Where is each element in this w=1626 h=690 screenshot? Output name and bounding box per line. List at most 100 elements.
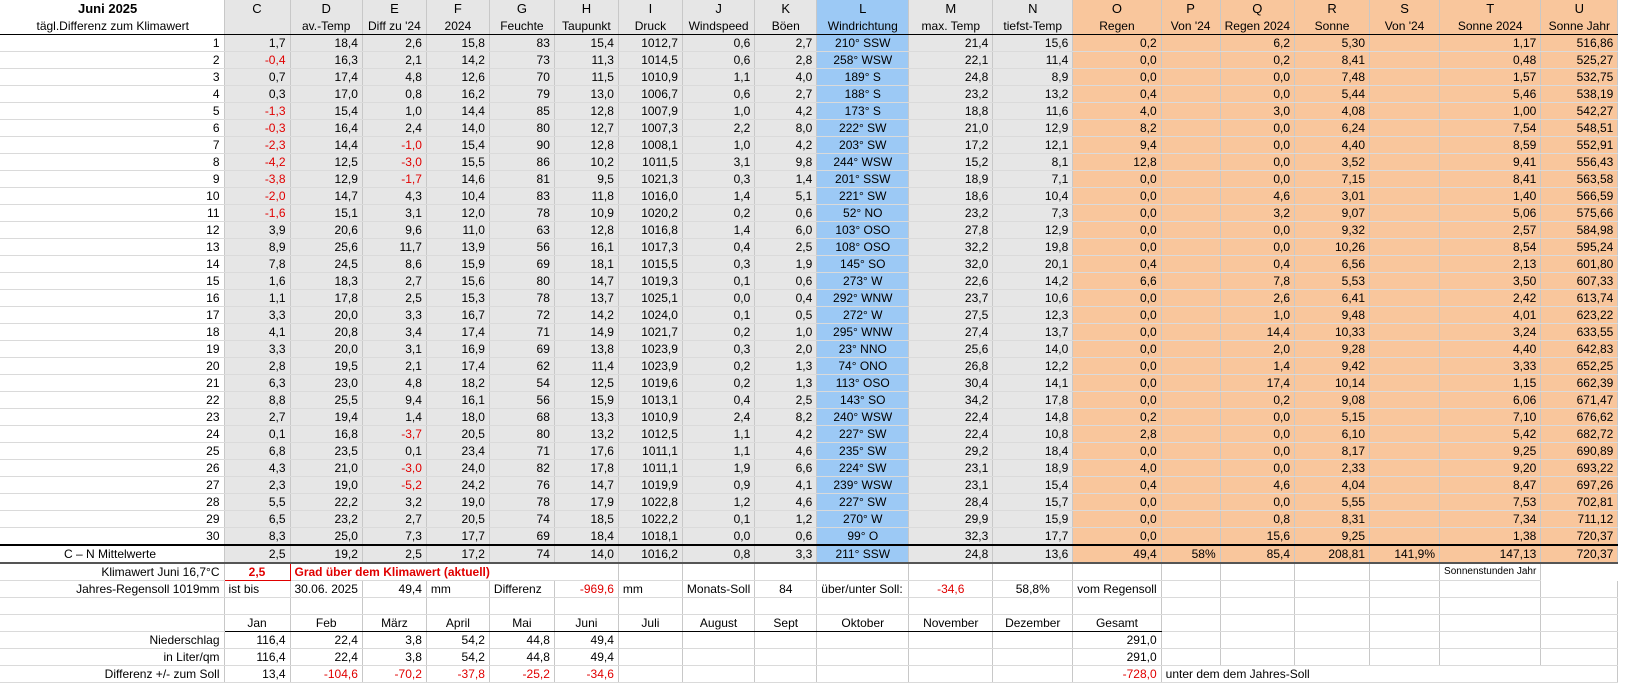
cell-klima[interactable]: -4,2	[224, 153, 291, 171]
cell-tiefsttemp[interactable]: 15,4	[992, 476, 1074, 494]
differenz-soll-row-value[interactable]	[908, 665, 994, 683]
empty-cell[interactable]	[1220, 614, 1296, 632]
cell-von24r[interactable]	[1161, 408, 1221, 426]
month-header[interactable]: Sept	[754, 614, 818, 632]
column-header[interactable]: Sonne 2024	[1439, 17, 1542, 35]
cell-von24s[interactable]	[1369, 493, 1441, 511]
cell-windspeed[interactable]: 0,2	[682, 204, 756, 222]
cell-tiefsttemp[interactable]: 14,2	[992, 272, 1074, 290]
empty-cell[interactable]	[1369, 597, 1441, 615]
empty-cell[interactable]	[1369, 563, 1441, 581]
cell-tiefsttemp[interactable]: 12,9	[992, 221, 1074, 239]
cell-regen[interactable]: 0,0	[1072, 289, 1162, 307]
cell-maxtemp[interactable]: 23,2	[908, 204, 994, 222]
cell-druck[interactable]: 1016,0	[618, 187, 683, 205]
cell-diff24[interactable]: -1,7	[362, 170, 427, 188]
cell-sonne[interactable]: 5,53	[1294, 272, 1371, 290]
cell-windspeed[interactable]: 3,1	[682, 153, 756, 171]
cell-sonne2024[interactable]: 4,40	[1439, 340, 1542, 358]
cell-von24s[interactable]	[1369, 442, 1441, 460]
cell-boeen[interactable]: 2,0	[754, 340, 818, 358]
cell-sonnejahr[interactable]: 662,39	[1540, 374, 1619, 392]
cell-maxtemp[interactable]: 34,2	[908, 391, 994, 409]
cell-y2024[interactable]: 14,0	[426, 119, 490, 137]
cell-von24r[interactable]	[1161, 102, 1221, 120]
cell-day[interactable]: 5	[0, 102, 225, 120]
cell-von24s[interactable]	[1369, 34, 1441, 52]
cell-diff24[interactable]: 2,6	[362, 34, 427, 52]
empty-cell[interactable]	[1369, 580, 1441, 598]
empty-cell[interactable]	[618, 563, 683, 581]
cell-regen[interactable]: 0,0	[1072, 510, 1162, 528]
cell-klima[interactable]: 4,1	[224, 323, 291, 341]
cell-day[interactable]: 28	[0, 493, 225, 511]
cell-druck[interactable]: 1011,1	[618, 442, 683, 460]
empty-cell[interactable]	[1294, 648, 1371, 666]
cell-sonne[interactable]: 4,40	[1294, 136, 1371, 154]
cell-avtemp[interactable]: 24,5	[290, 255, 363, 273]
cell-maxtemp[interactable]: 23,2	[908, 85, 994, 103]
cell-von24s[interactable]	[1369, 170, 1441, 188]
empty-cell[interactable]	[1439, 648, 1542, 666]
cell-boeen[interactable]: 1,2	[754, 510, 818, 528]
cell-y2024[interactable]: 14,2	[426, 51, 490, 69]
liter-row-value[interactable]	[816, 648, 910, 666]
cell-druck[interactable]: 1011,1	[618, 459, 683, 477]
column-letter[interactable]: P	[1161, 0, 1221, 17]
cell-diff24[interactable]: 0,8	[362, 85, 427, 103]
cell-boeen[interactable]: 8,0	[754, 119, 818, 137]
empty-cell[interactable]	[1439, 580, 1542, 598]
cell-regen2024[interactable]: 3,2	[1220, 204, 1296, 222]
column-header[interactable]: Böen	[754, 17, 818, 35]
cell-day[interactable]: 26	[0, 459, 225, 477]
niederschlag-row-value[interactable]	[682, 631, 756, 649]
cell-maxtemp[interactable]: 27,5	[908, 306, 994, 324]
cell-sonne[interactable]: 5,44	[1294, 85, 1371, 103]
cell-windspeed[interactable]: 1,0	[682, 136, 756, 154]
cell-feuchte[interactable]: 80	[489, 272, 555, 290]
cell-windspeed[interactable]: 0,2	[682, 323, 756, 341]
cell-avtemp[interactable]: 25,5	[290, 391, 363, 409]
cell-windspeed[interactable]: 0,6	[682, 34, 756, 52]
cell-avtemp[interactable]: 17,0	[290, 85, 363, 103]
cell-sonnejahr[interactable]: 584,98	[1540, 221, 1619, 239]
column-letter[interactable]: O	[1072, 0, 1162, 17]
empty-cell[interactable]	[816, 563, 910, 581]
empty-cell[interactable]	[1540, 580, 1619, 598]
cell-von24s[interactable]	[1369, 221, 1441, 239]
differenz-soll-row-label[interactable]: Differenz +/- zum Soll	[0, 665, 225, 683]
month-header[interactable]: März	[362, 614, 427, 632]
cell-diff24[interactable]: -3,0	[362, 459, 427, 477]
percent-text[interactable]: vom Regensoll	[1072, 580, 1162, 598]
differenz-soll-row-value[interactable]	[682, 665, 756, 683]
cell-diff24[interactable]: 1,0	[362, 102, 427, 120]
cell-y2024[interactable]: 15,9	[426, 255, 490, 273]
cell-klima[interactable]: 4,3	[224, 459, 291, 477]
cell-day[interactable]: 8	[0, 153, 225, 171]
cell-klima[interactable]: 2,8	[224, 357, 291, 375]
cell-sonne[interactable]: 9,32	[1294, 221, 1371, 239]
cell-sonne2024[interactable]: 3,33	[1439, 357, 1542, 375]
cell-von24s[interactable]	[1369, 272, 1441, 290]
cell-y2024[interactable]: 15,5	[426, 153, 490, 171]
cell-taupunkt[interactable]: 10,9	[554, 204, 619, 222]
cell-sonnejahr[interactable]: 532,75	[1540, 68, 1619, 86]
cell-maxtemp[interactable]: 25,6	[908, 340, 994, 358]
cell-windrichtung[interactable]: 201° SSW	[816, 170, 910, 188]
cell-windrichtung[interactable]: 235° SW	[816, 442, 910, 460]
cell-windspeed[interactable]: 0,0	[682, 289, 756, 307]
column-header[interactable]: Sonne Jahr	[1540, 17, 1619, 35]
cell-sonnejahr[interactable]: 720,37	[1540, 527, 1619, 546]
cell-taupunkt[interactable]: 14,7	[554, 272, 619, 290]
cell-taupunkt[interactable]: 12,7	[554, 119, 619, 137]
cell-feuchte[interactable]: 83	[489, 34, 555, 52]
column-header[interactable]: Diff zu '24	[362, 17, 427, 35]
differenz-soll-row-value[interactable]	[816, 665, 910, 683]
cell-avtemp[interactable]: 22,2	[290, 493, 363, 511]
cell-druck[interactable]: 1010,9	[618, 68, 683, 86]
empty-cell[interactable]	[1161, 580, 1221, 598]
cell-von24s[interactable]	[1369, 85, 1441, 103]
cell-sonnejahr[interactable]: 633,55	[1540, 323, 1619, 341]
cell-von24s[interactable]	[1369, 68, 1441, 86]
cell-taupunkt[interactable]: 13,0	[554, 85, 619, 103]
